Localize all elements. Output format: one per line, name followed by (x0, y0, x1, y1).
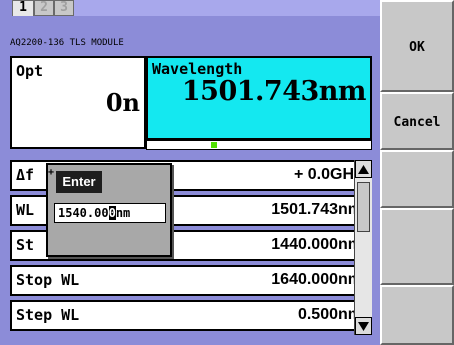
entry-value: 1540.00 (58, 206, 109, 220)
tab-2[interactable]: 2 (34, 0, 54, 16)
popup-marker: + (48, 167, 55, 178)
entry-unit: nm (115, 206, 131, 220)
row-start-wl-value: 1440.000nm (271, 236, 362, 253)
scrollbar[interactable] (354, 160, 372, 335)
row-wl-label: WL (16, 201, 35, 219)
row-stop-wl[interactable]: Stop WL 1640.000nm (10, 265, 370, 296)
wavelength-panel[interactable]: Wavelength 1501.743nm (146, 56, 372, 140)
ok-button[interactable]: OK (380, 0, 454, 92)
scroll-down-button[interactable] (355, 317, 372, 335)
softkey-5[interactable] (380, 285, 454, 345)
entry-caret: 0 (108, 206, 116, 220)
arrow-down-icon (358, 321, 369, 331)
tab-1[interactable]: 1 (12, 0, 34, 16)
softkey-3[interactable] (380, 150, 454, 208)
wavelength-bar (146, 140, 372, 150)
row-start-wl-label: St (16, 236, 35, 254)
arrow-up-icon (358, 164, 369, 174)
row-wl-value: 1501.743nm (271, 201, 362, 218)
scroll-thumb[interactable] (357, 182, 370, 232)
tab-strip (74, 0, 380, 16)
opt-panel[interactable]: Opt 0n (10, 56, 146, 149)
wavelength-bar-marker (211, 142, 217, 148)
row-delta-f-label: Δf (16, 166, 35, 184)
wavelength-entry-input[interactable]: 1540.000nm (54, 203, 166, 223)
row-stop-wl-value: 1640.000nm (271, 271, 362, 288)
row-step-wl-label: Step WL (16, 306, 80, 324)
wavelength-value: 1501.743nm (181, 76, 367, 107)
enter-dialog[interactable]: + Enter 1540.000nm (46, 163, 172, 257)
softkey-4[interactable] (380, 208, 454, 285)
opt-value: 0n (105, 88, 140, 117)
opt-label: Opt (16, 62, 44, 80)
tab-3[interactable]: 3 (54, 0, 74, 16)
enter-dialog-title: Enter (56, 171, 102, 193)
row-delta-f-value: + 0.0GHz (293, 166, 362, 183)
scroll-up-button[interactable] (355, 160, 372, 178)
module-title: AQ2200-136 TLS MODULE (10, 38, 124, 48)
cancel-button[interactable]: Cancel (380, 92, 454, 150)
row-step-wl-value: 0.500nm (297, 306, 362, 323)
row-stop-wl-label: Stop WL (16, 271, 80, 289)
row-step-wl[interactable]: Step WL 0.500nm (10, 300, 370, 331)
